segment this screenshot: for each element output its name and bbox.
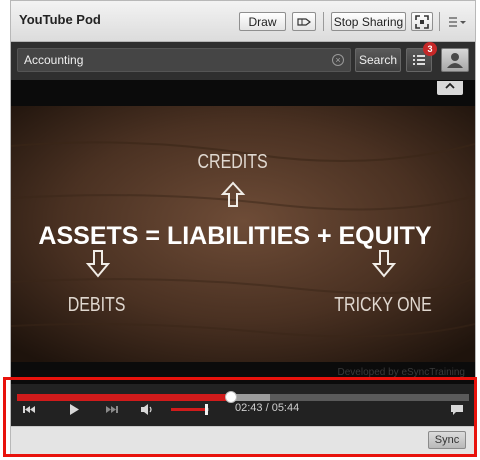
chevron-up-icon xyxy=(445,82,455,89)
play-icon xyxy=(70,404,79,415)
time-display: 02:43 / 05:44 xyxy=(235,402,300,414)
fullscreen-button[interactable] xyxy=(411,12,433,31)
title-bar: YouTube Pod Draw Stop Sharing xyxy=(11,1,475,42)
video-footer-strip: Developed by eSyncTraining xyxy=(11,362,475,384)
search-input[interactable] xyxy=(17,48,351,72)
collapse-button[interactable] xyxy=(437,81,463,95)
toolbar-divider xyxy=(323,12,324,31)
fullscreen-icon xyxy=(415,14,429,29)
search-bar: × Search 3 xyxy=(11,42,475,80)
draw-button[interactable]: Draw xyxy=(239,12,286,31)
youtube-pod: YouTube Pod Draw Stop Sharing × Sear xyxy=(10,0,476,455)
next-button[interactable] xyxy=(104,401,120,417)
played-bar xyxy=(17,394,231,401)
volume-icon xyxy=(141,404,152,415)
play-button[interactable] xyxy=(66,401,82,417)
chat-button[interactable] xyxy=(449,401,465,417)
progress-track[interactable] xyxy=(17,391,469,403)
debits-label: DEBITS xyxy=(68,293,126,315)
skip-forward-icon xyxy=(106,406,118,413)
tricky-one-label: TRICKY ONE xyxy=(334,293,431,315)
stop-sharing-button[interactable]: Stop Sharing xyxy=(331,12,406,31)
volume-handle[interactable] xyxy=(205,404,209,415)
volume-level xyxy=(171,408,206,411)
pod-title: YouTube Pod xyxy=(19,12,101,27)
skip-back-icon xyxy=(23,406,35,413)
video-credit: Developed by eSyncTraining xyxy=(337,367,465,378)
user-icon xyxy=(447,53,463,68)
search-button[interactable]: Search xyxy=(355,48,401,72)
pod-footer: Sync xyxy=(11,426,475,454)
chat-icon xyxy=(451,405,463,415)
video-frame[interactable]: CREDITS ASSETS = LIABILITIES + EQUITY DE… xyxy=(11,106,475,362)
video-image: CREDITS ASSETS = LIABILITIES + EQUITY DE… xyxy=(11,106,475,362)
pointer-icon xyxy=(297,17,311,26)
video-header-strip xyxy=(11,80,475,106)
volume-button[interactable] xyxy=(139,401,155,417)
previous-button[interactable] xyxy=(21,401,37,417)
volume-slider[interactable] xyxy=(171,404,209,415)
pointer-button[interactable] xyxy=(292,12,316,31)
clear-search-button[interactable]: × xyxy=(332,54,344,66)
user-button[interactable] xyxy=(441,48,469,72)
player-controls: 02:43 / 05:44 xyxy=(11,384,475,426)
toolbar-divider xyxy=(439,12,440,31)
accounting-equation: ASSETS = LIABILITIES + EQUITY xyxy=(38,222,431,250)
sync-button[interactable]: Sync xyxy=(428,431,466,449)
credits-label: CREDITS xyxy=(197,150,267,172)
menu-icon xyxy=(449,17,466,27)
playlist-count-badge: 3 xyxy=(423,42,437,56)
pod-menu-button[interactable] xyxy=(447,14,469,30)
